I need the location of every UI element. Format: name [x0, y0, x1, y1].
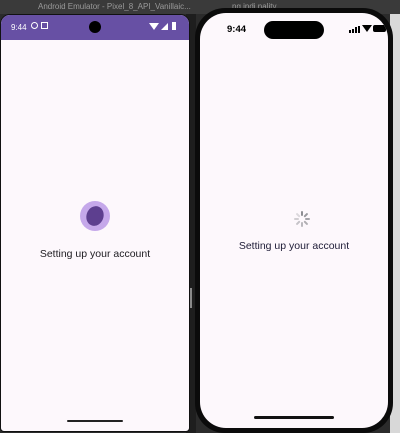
loading-label: Setting up your account [238, 240, 350, 252]
dynamic-island [264, 21, 324, 39]
notification-icon [41, 22, 48, 29]
home-indicator[interactable] [254, 416, 334, 419]
gesture-nav-bar[interactable] [67, 420, 123, 422]
wifi-icon [149, 23, 159, 30]
battery-icon [373, 25, 386, 32]
signal-icon [161, 23, 168, 30]
camera-cutout [89, 21, 101, 33]
ios-device-frame: 9:44 Setting up your account [195, 8, 393, 433]
wifi-icon [362, 25, 372, 32]
android-device-screen: 9:44 Setting up your account [0, 14, 190, 432]
loading-spinner-icon [80, 201, 110, 231]
settings-icon [31, 22, 38, 29]
loading-label: Setting up your account [39, 248, 151, 260]
loading-spinner-core [83, 203, 107, 229]
activity-indicator-icon [294, 211, 310, 227]
signal-icon [349, 26, 360, 33]
ios-device-screen: 9:44 Setting up your account [200, 13, 388, 428]
android-status-time: 9:44 [11, 23, 27, 32]
emulator-title: Android Emulator - Pixel_8_API_Vanillaic… [38, 2, 191, 11]
ios-status-time: 9:44 [227, 24, 247, 35]
battery-icon [172, 22, 176, 30]
android-status-bar: 9:44 [1, 15, 189, 40]
